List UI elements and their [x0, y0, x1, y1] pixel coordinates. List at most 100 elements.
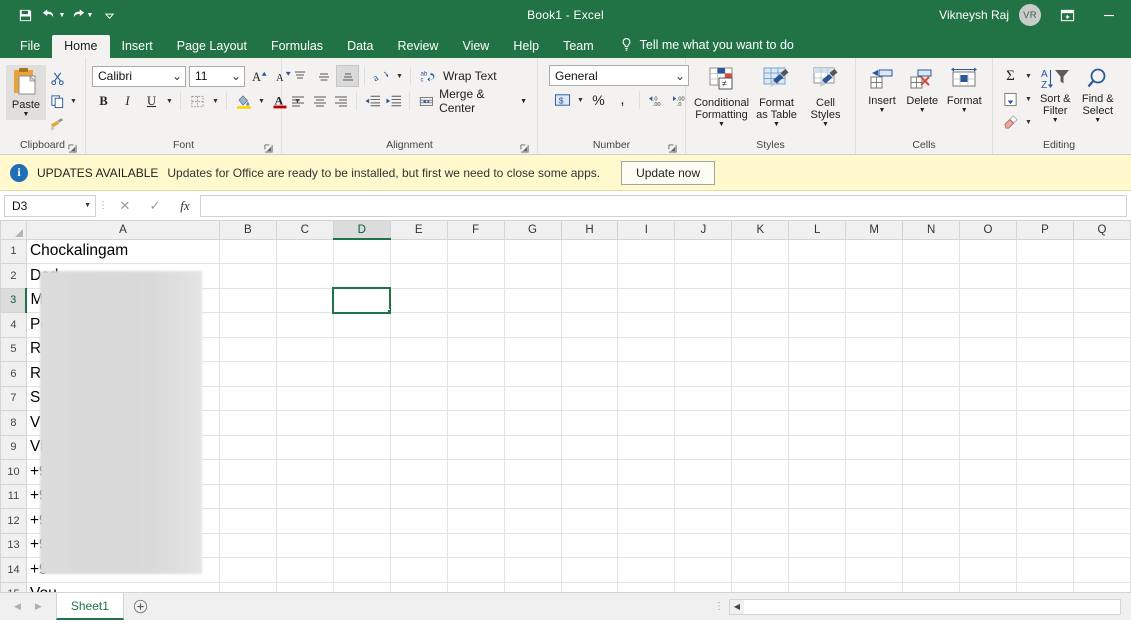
- row-header-7[interactable]: 7: [0, 385, 27, 411]
- cell-L6[interactable]: [788, 361, 847, 387]
- cell-M13[interactable]: [845, 532, 904, 558]
- chevron-down-icon[interactable]: ⌄: [227, 69, 241, 83]
- cell-F3[interactable]: [446, 287, 505, 313]
- tab-formulas[interactable]: Formulas: [259, 35, 335, 59]
- cell-O9[interactable]: [959, 434, 1017, 460]
- conditional-formatting-button[interactable]: ≠ Conditional Formatting ▼: [694, 65, 750, 130]
- cell-H6[interactable]: [560, 361, 619, 387]
- chevron-down-icon[interactable]: ▼: [256, 90, 267, 112]
- cell-J13[interactable]: [674, 532, 733, 558]
- cell-N12[interactable]: [902, 508, 961, 534]
- cell-O10[interactable]: [959, 459, 1017, 485]
- cell-I11[interactable]: [617, 483, 676, 509]
- tab-page-layout[interactable]: Page Layout: [165, 35, 259, 59]
- column-header-C[interactable]: C: [275, 221, 334, 240]
- cell-J14[interactable]: [674, 557, 733, 583]
- cell-J15[interactable]: [674, 581, 733, 592]
- cell-E5[interactable]: [389, 336, 448, 362]
- cell-G4[interactable]: [503, 312, 562, 338]
- chevron-down-icon[interactable]: ▼: [68, 90, 79, 112]
- cell-L7[interactable]: [788, 385, 847, 411]
- cell-O8[interactable]: [959, 410, 1017, 436]
- cell-K15[interactable]: [731, 581, 790, 592]
- chevron-down-icon[interactable]: ▼: [773, 121, 780, 128]
- column-header-L[interactable]: L: [788, 221, 847, 240]
- column-header-F[interactable]: F: [446, 221, 505, 240]
- increase-decimal-icon[interactable]: .0.00: [645, 89, 668, 111]
- cell-Q2[interactable]: [1072, 263, 1131, 289]
- cell-L13[interactable]: [788, 532, 847, 558]
- update-now-button[interactable]: Update now: [621, 160, 716, 185]
- cell-B5[interactable]: [218, 336, 277, 362]
- cell-L15[interactable]: [788, 581, 847, 592]
- cell-Q8[interactable]: [1072, 410, 1131, 436]
- format-as-table-button[interactable]: Format as Table ▼: [750, 65, 804, 130]
- cell-J6[interactable]: [674, 361, 733, 387]
- cell-B11[interactable]: [218, 483, 277, 509]
- cell-Q3[interactable]: [1072, 287, 1131, 313]
- cell-H7[interactable]: [560, 385, 619, 411]
- cell-G3[interactable]: [503, 287, 562, 313]
- decrease-indent-icon[interactable]: [362, 90, 382, 112]
- cell-styles-button[interactable]: Cell Styles ▼: [804, 65, 848, 130]
- cell-G13[interactable]: [503, 532, 562, 558]
- cell-D6[interactable]: [332, 361, 391, 387]
- cell-L4[interactable]: [788, 312, 847, 338]
- cell-F1[interactable]: [446, 238, 505, 264]
- cell-I10[interactable]: [617, 459, 676, 485]
- select-all-corner[interactable]: [0, 221, 27, 240]
- cell-Q14[interactable]: [1072, 557, 1131, 583]
- row-header-13[interactable]: 13: [0, 532, 27, 558]
- cell-M4[interactable]: [845, 312, 904, 338]
- cell-O13[interactable]: [959, 532, 1017, 558]
- chevron-down-icon[interactable]: ▼: [210, 90, 221, 112]
- cell-H9[interactable]: [560, 434, 619, 460]
- cell-H11[interactable]: [560, 483, 619, 509]
- cell-L14[interactable]: [788, 557, 847, 583]
- cell-K4[interactable]: [731, 312, 790, 338]
- cell-B4[interactable]: [218, 312, 277, 338]
- cell-E7[interactable]: [389, 385, 448, 411]
- row-header-15[interactable]: 15: [0, 581, 27, 592]
- cell-F11[interactable]: [446, 483, 505, 509]
- cell-D12[interactable]: [332, 508, 391, 534]
- percent-style-button[interactable]: %: [587, 89, 610, 111]
- cell-L2[interactable]: [788, 263, 847, 289]
- italic-button[interactable]: I: [116, 90, 139, 112]
- cell-F9[interactable]: [446, 434, 505, 460]
- cell-P5[interactable]: [1016, 336, 1074, 362]
- cell-H8[interactable]: [560, 410, 619, 436]
- cell-N3[interactable]: [902, 287, 961, 313]
- delete-cells-button[interactable]: Delete ▼: [902, 65, 943, 116]
- cell-I4[interactable]: [617, 312, 676, 338]
- cell-E3[interactable]: [389, 287, 448, 313]
- cell-P1[interactable]: [1016, 238, 1074, 264]
- row-header-4[interactable]: 4: [0, 312, 27, 338]
- copy-icon[interactable]: [46, 90, 68, 112]
- center-align-icon[interactable]: [309, 90, 329, 112]
- column-header-M[interactable]: M: [845, 221, 904, 240]
- cell-E11[interactable]: [389, 483, 448, 509]
- previous-sheet-icon[interactable]: ◀: [14, 601, 21, 612]
- cell-F8[interactable]: [446, 410, 505, 436]
- orientation-icon[interactable]: a: [370, 65, 393, 87]
- cancel-icon[interactable]: ✕: [110, 195, 140, 217]
- cell-Q7[interactable]: [1072, 385, 1131, 411]
- chevron-down-icon[interactable]: ▼: [1023, 88, 1034, 110]
- cell-K10[interactable]: [731, 459, 790, 485]
- cell-K3[interactable]: [731, 287, 790, 313]
- chevron-down-icon[interactable]: ▼: [961, 107, 968, 114]
- cell-M2[interactable]: [845, 263, 904, 289]
- cell-N7[interactable]: [902, 385, 961, 411]
- cell-E14[interactable]: [389, 557, 448, 583]
- cell-L10[interactable]: [788, 459, 847, 485]
- cell-M11[interactable]: [845, 483, 904, 509]
- cell-D13[interactable]: [332, 532, 391, 558]
- cell-P9[interactable]: [1016, 434, 1074, 460]
- chevron-down-icon[interactable]: ▼: [394, 65, 405, 87]
- cell-J7[interactable]: [674, 385, 733, 411]
- cell-G12[interactable]: [503, 508, 562, 534]
- cell-M6[interactable]: [845, 361, 904, 387]
- font-dialog-launcher-icon[interactable]: [263, 143, 273, 153]
- cell-C9[interactable]: [275, 434, 334, 460]
